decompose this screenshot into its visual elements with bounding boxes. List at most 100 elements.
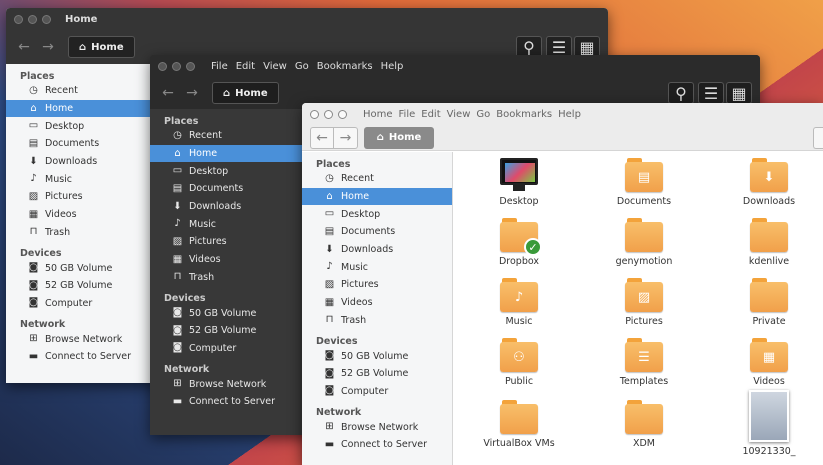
sidebar-item-downloads[interactable]: ⬇ Downloads bbox=[150, 198, 302, 216]
maximize-button[interactable] bbox=[338, 109, 347, 119]
sidebar-item-music[interactable]: ♪ Music bbox=[150, 215, 302, 233]
menu-bookmarks[interactable]: Bookmarks bbox=[317, 61, 373, 72]
sidebar-item-desktop[interactable]: ▭ Desktop bbox=[302, 205, 452, 223]
sidebar-item-computer[interactable]: ◙ Computer bbox=[302, 383, 452, 401]
forward-button[interactable]: → bbox=[36, 36, 60, 58]
sidebar-item-recent[interactable]: ◷ Recent bbox=[150, 127, 302, 145]
sidebar-item-home[interactable]: ⌂ Home bbox=[6, 99, 152, 118]
file-item-dropbox[interactable]: ✓ Dropbox bbox=[479, 218, 559, 267]
grid-view-button[interactable]: ▦ bbox=[726, 82, 752, 104]
close-button[interactable] bbox=[310, 109, 319, 119]
sidebar-item-trash[interactable]: ⊓ Trash bbox=[150, 269, 302, 287]
sidebar-item-pictures[interactable]: ▨ Pictures bbox=[150, 233, 302, 251]
sidebar-item-52-gb-volume[interactable]: ◙ 52 GB Volume bbox=[6, 277, 152, 295]
sidebar-item-52-gb-volume[interactable]: ◙ 52 GB Volume bbox=[302, 365, 452, 383]
titlebar[interactable]: Home File Edit View Go Bookmarks Help bbox=[302, 103, 823, 125]
sidebar-item-desktop[interactable]: ▭ Desktop bbox=[6, 117, 152, 135]
path-home-button[interactable]: ⌂ Home bbox=[68, 36, 135, 58]
file-item-private[interactable]: Private bbox=[729, 278, 809, 327]
sidebar-item-computer[interactable]: ◙ Computer bbox=[150, 340, 302, 358]
sidebar-item-videos[interactable]: ▦ Videos bbox=[6, 206, 152, 224]
sidebar-item-trash[interactable]: ⊓ Trash bbox=[302, 312, 452, 330]
sidebar-item-pictures[interactable]: ▨ Pictures bbox=[6, 188, 152, 206]
sidebar-item-trash[interactable]: ⊓ Trash bbox=[6, 224, 152, 242]
menu-help[interactable]: Help bbox=[381, 61, 404, 72]
sidebar-item-music[interactable]: ♪ Music bbox=[302, 258, 452, 276]
back-button[interactable]: ← bbox=[156, 82, 180, 104]
file-item-music[interactable]: ♪ Music bbox=[479, 278, 559, 327]
sidebar-item-downloads[interactable]: ⬇ Downloads bbox=[302, 241, 452, 259]
menu-view[interactable]: View bbox=[263, 61, 287, 72]
file-item-10921330-[interactable]: 10921330_ bbox=[729, 390, 809, 457]
menu-file[interactable]: File bbox=[211, 61, 228, 72]
window-controls[interactable] bbox=[310, 109, 347, 119]
file-item-public[interactable]: ⚇ Public bbox=[479, 338, 559, 387]
file-item-videos[interactable]: ▦ Videos bbox=[729, 338, 809, 387]
window-controls[interactable] bbox=[14, 14, 51, 24]
close-button[interactable] bbox=[158, 61, 167, 71]
forward-button[interactable]: → bbox=[180, 82, 204, 104]
sidebar-item-recent[interactable]: ◷ Recent bbox=[302, 170, 452, 188]
maximize-button[interactable] bbox=[186, 61, 195, 71]
file-item-pictures[interactable]: ▨ Pictures bbox=[604, 278, 684, 327]
file-item-xdm[interactable]: XDM bbox=[604, 400, 684, 449]
forward-button[interactable]: → bbox=[334, 126, 358, 149]
file-item-templates[interactable]: ☰ Templates bbox=[604, 338, 684, 387]
menu-file[interactable]: File bbox=[399, 109, 416, 120]
file-item-genymotion[interactable]: genymotion bbox=[604, 218, 684, 267]
sidebar-item-52-gb-volume[interactable]: ◙ 52 GB Volume bbox=[150, 322, 302, 340]
sidebar-item-pictures[interactable]: ▨ Pictures bbox=[302, 276, 452, 294]
sidebar-item-documents[interactable]: ▤ Documents bbox=[150, 180, 302, 198]
menu-go[interactable]: Go bbox=[476, 109, 490, 120]
path-home-button[interactable]: ⌂ Home bbox=[212, 82, 279, 104]
sidebar-item-downloads[interactable]: ⬇ Downloads bbox=[6, 153, 152, 171]
menu-view[interactable]: View bbox=[447, 109, 471, 120]
file-item-documents[interactable]: ▤ Documents bbox=[604, 158, 684, 207]
menu-bookmarks[interactable]: Bookmarks bbox=[496, 109, 552, 120]
sidebar-item-videos[interactable]: ▦ Videos bbox=[302, 294, 452, 312]
path-home-button[interactable]: ⌂ Home bbox=[364, 126, 434, 149]
sidebar-item-browse-network[interactable]: ⊞ Browse Network bbox=[302, 418, 452, 436]
menu-home[interactable]: Home bbox=[363, 109, 393, 120]
sidebar-item-50-gb-volume[interactable]: ◙ 50 GB Volume bbox=[302, 347, 452, 365]
menu-edit[interactable]: Edit bbox=[421, 109, 440, 120]
sidebar-item-connect-to-server[interactable]: ▬ Connect to Server bbox=[6, 348, 152, 366]
sidebar-item-documents[interactable]: ▤ Documents bbox=[302, 223, 452, 241]
titlebar[interactable]: Home bbox=[6, 8, 608, 30]
sidebar-item-recent[interactable]: ◷ Recent bbox=[6, 82, 152, 100]
sidebar-item-browse-network[interactable]: ⊞ Browse Network bbox=[150, 375, 302, 393]
minimize-button[interactable] bbox=[28, 14, 37, 24]
minimize-button[interactable] bbox=[324, 109, 333, 119]
sidebar-item-50-gb-volume[interactable]: ◙ 50 GB Volume bbox=[6, 259, 152, 277]
sidebar-item-home[interactable]: ⌂ Home bbox=[150, 144, 302, 163]
file-item-downloads[interactable]: ⬇ Downloads bbox=[729, 158, 809, 207]
sidebar-item-music[interactable]: ♪ Music bbox=[6, 170, 152, 188]
sidebar-item-videos[interactable]: ▦ Videos bbox=[150, 251, 302, 269]
file-item-virtualbox-vms[interactable]: VirtualBox VMs bbox=[479, 400, 559, 449]
titlebar[interactable]: File Edit View Go Bookmarks Help bbox=[150, 55, 760, 77]
file-manager-window-front[interactable]: Home File Edit View Go Bookmarks Help ← → ⌂ Ho… bbox=[302, 103, 823, 465]
sidebar-item-documents[interactable]: ▤ Documents bbox=[6, 135, 152, 153]
file-item-kdenlive[interactable]: kdenlive bbox=[729, 218, 809, 267]
back-button[interactable]: ← bbox=[310, 126, 334, 149]
maximize-button[interactable] bbox=[42, 14, 51, 24]
search-button[interactable]: ⚲ bbox=[668, 82, 694, 104]
menu-go[interactable]: Go bbox=[295, 61, 309, 72]
search-button[interactable] bbox=[813, 126, 823, 149]
sidebar-item-connect-to-server[interactable]: ▬ Connect to Server bbox=[150, 393, 302, 411]
sidebar-item-label: 50 GB Volume bbox=[45, 262, 113, 274]
menu-edit[interactable]: Edit bbox=[236, 61, 255, 72]
sidebar-item-connect-to-server[interactable]: ▬ Connect to Server bbox=[302, 436, 452, 454]
window-controls[interactable] bbox=[158, 61, 195, 71]
file-item-desktop[interactable]: Desktop bbox=[479, 158, 559, 207]
close-button[interactable] bbox=[14, 14, 23, 24]
menu-help[interactable]: Help bbox=[558, 109, 581, 120]
minimize-button[interactable] bbox=[172, 61, 181, 71]
sidebar-item-home[interactable]: ⌂ Home bbox=[302, 187, 452, 206]
sidebar-item-desktop[interactable]: ▭ Desktop bbox=[150, 162, 302, 180]
back-button[interactable]: ← bbox=[12, 36, 36, 58]
list-view-button[interactable]: ☰ bbox=[698, 82, 724, 104]
sidebar-item-computer[interactable]: ◙ Computer bbox=[6, 295, 152, 313]
sidebar-item-50-gb-volume[interactable]: ◙ 50 GB Volume bbox=[150, 304, 302, 322]
sidebar-item-browse-network[interactable]: ⊞ Browse Network bbox=[6, 330, 152, 348]
